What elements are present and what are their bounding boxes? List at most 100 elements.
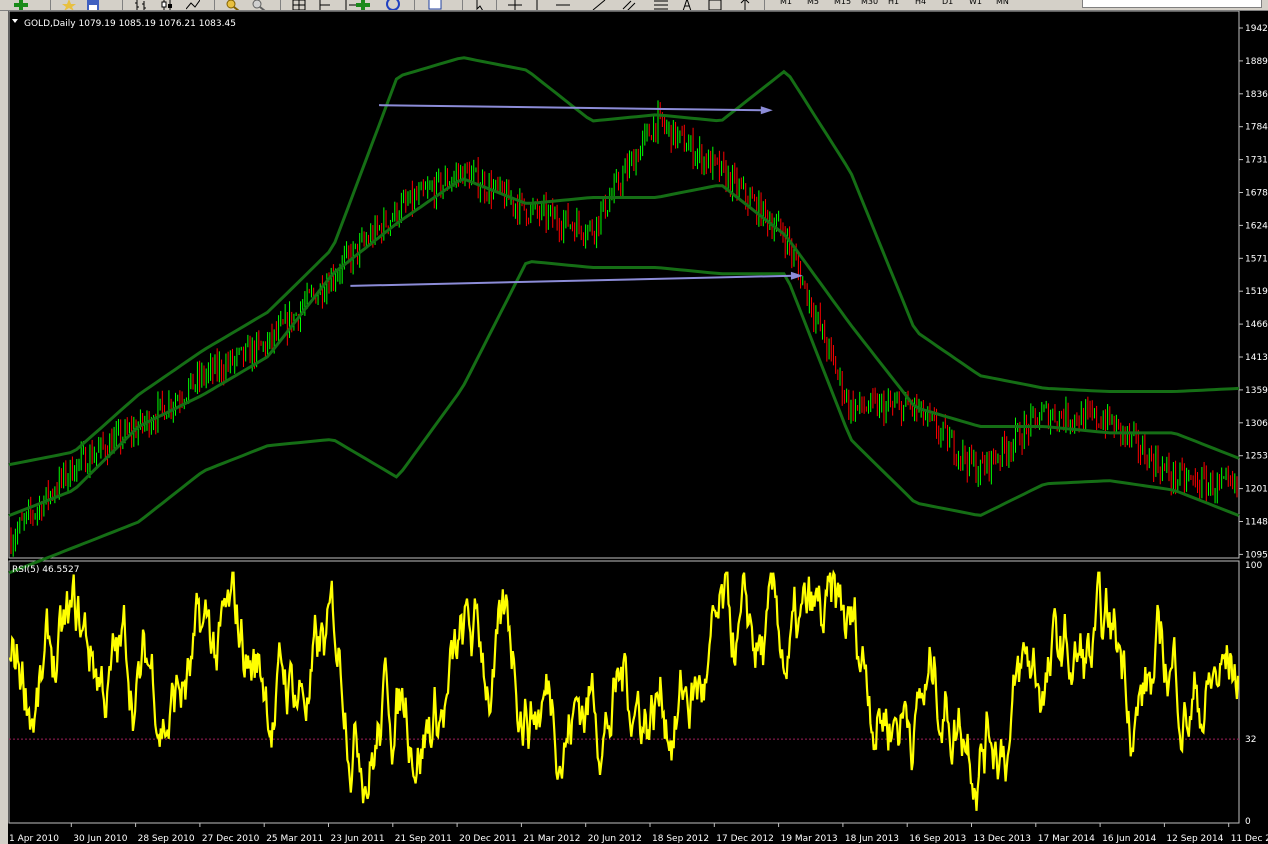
templates-icon[interactable] (428, 0, 442, 10)
timeframe-h1[interactable]: H1 (888, 0, 899, 6)
time-tick-label: 13 Dec 2013 (974, 834, 1032, 844)
text-icon[interactable] (680, 0, 694, 10)
toolbar-separator (280, 0, 281, 10)
price-tick-label: 1624. (1245, 221, 1268, 231)
candlestick-chart-icon[interactable] (160, 0, 174, 10)
search-box[interactable] (1082, 0, 1262, 8)
trendline-arrowhead (760, 106, 773, 115)
price-tick-label: 1201. (1245, 485, 1268, 495)
timeframe-d1[interactable]: D1 (942, 0, 953, 6)
price-tick-label: 1784. (1245, 123, 1268, 133)
collapse-triangle-icon[interactable] (12, 19, 18, 23)
timeframe-m5[interactable]: M5 (807, 0, 819, 6)
indicators-icon[interactable] (356, 0, 370, 10)
toolbar-separator (214, 0, 215, 10)
window-left-border (0, 11, 8, 844)
bar-chart-icon[interactable] (134, 0, 148, 10)
rsi-pane-border (8, 560, 1240, 824)
time-tick-label: 20 Dec 2011 (459, 834, 516, 844)
time-tick-label: 25 Mar 2011 (266, 834, 323, 844)
rsi-indicator (8, 569, 1240, 811)
text-label-icon[interactable] (708, 0, 722, 10)
chart-canvas[interactable]: 1942. 1889. 1836. 1784. 1731. 1678. 1624. 1571.… (0, 11, 1268, 844)
time-tick-label: 18 Sep 2012 (652, 834, 709, 844)
favorites-star-icon[interactable] (62, 0, 76, 10)
price-tick-label: 1889. (1245, 57, 1268, 67)
timeframe-m15[interactable]: M15 (834, 0, 851, 6)
timeframe-w1[interactable]: W1 (969, 0, 982, 6)
zoom-in-icon[interactable] (226, 0, 240, 10)
time-tick-label: 16 Sep 2013 (909, 834, 966, 844)
time-tick-label: 19 Mar 2013 (781, 834, 838, 844)
fibonacci-icon[interactable] (654, 0, 668, 10)
toolbar-separator (496, 0, 497, 10)
time-tick-label: 28 Sep 2010 (138, 834, 195, 844)
timeframe-mn[interactable]: MN (996, 0, 1009, 6)
arrows-icon[interactable] (738, 0, 752, 10)
toolbar-separator (462, 0, 463, 10)
time-tick-label: 12 Sep 2014 (1166, 834, 1223, 844)
timeframe-m30[interactable]: M30 (861, 0, 878, 6)
time-tick-label: 20 Jun 2012 (588, 834, 642, 844)
rsi-title: RSI(5) 46.5527 (12, 565, 79, 575)
rsi-tick-label: 32 (1245, 735, 1256, 745)
trendline-arrowhead (790, 271, 803, 280)
cursor-icon[interactable] (474, 0, 488, 10)
new-order-icon[interactable] (14, 0, 28, 10)
horizontal-line-icon[interactable] (556, 0, 570, 8)
price-tick-label: 1942. (1245, 24, 1268, 34)
time-tick-label: 23 Jun 2011 (331, 834, 385, 844)
price-tick-label: 1678. (1245, 189, 1268, 199)
price-tick-label: 1306. (1245, 419, 1268, 429)
bollinger-bands (8, 56, 1240, 575)
save-icon[interactable] (86, 0, 100, 10)
crosshair-icon[interactable] (508, 0, 522, 10)
timeframe-m1[interactable]: M1 (780, 0, 792, 6)
price-tick-label: 1095. (1245, 550, 1268, 560)
vertical-line-icon[interactable] (530, 0, 544, 10)
rsi-tick-label: 100 (1245, 561, 1262, 571)
main-pane-border (8, 11, 1240, 559)
rsi-line (8, 569, 1240, 811)
chart-title: GOLD,Daily 1079.19 1085.19 1076.21 1083.… (24, 19, 236, 29)
price-tick-label: 1253. (1245, 452, 1268, 462)
candlesticks (10, 100, 1238, 557)
price-tick-label: 1731. (1245, 156, 1268, 166)
tile-windows-icon[interactable] (292, 0, 306, 10)
time-tick-label: 27 Dec 2010 (202, 834, 260, 844)
price-tick-label: 1571. (1245, 254, 1268, 264)
band-upper (8, 56, 1240, 467)
time-tick-label: 17 Dec 2012 (716, 834, 774, 844)
price-tick-label: 1519. (1245, 287, 1268, 297)
line-chart-icon[interactable] (185, 0, 201, 10)
price-tick-label: 1148. (1245, 518, 1268, 528)
time-tick-label: 11 Dec 20 (1231, 834, 1268, 844)
toolbar-separator (50, 0, 51, 10)
chart-shift-icon[interactable] (318, 0, 332, 10)
time-tick-label: 18 Jun 2013 (845, 834, 899, 844)
price-tick-label: 1413. (1245, 353, 1268, 363)
time-tick-label: 30 Jun 2010 (73, 834, 127, 844)
price-tick-label: 1466. (1245, 320, 1268, 330)
rsi-tick-label: 0 (1245, 817, 1251, 827)
time-tick-label: 21 Sep 2011 (395, 834, 452, 844)
time-tick-label: 21 Mar 2012 (523, 834, 580, 844)
time-tick-label: 17 Mar 2014 (1038, 834, 1095, 844)
chart-window[interactable]: 1942. 1889. 1836. 1784. 1731. 1678. 1624. 1571.… (0, 11, 1268, 844)
timeframe-h4[interactable]: H4 (915, 0, 926, 6)
toolbar: M1 M5 M15 M30 H1 H4 D1 W1 MN (0, 0, 1268, 11)
toolbar-separator (414, 0, 415, 10)
toolbar-separator (764, 0, 765, 10)
zoom-out-icon[interactable] (252, 0, 266, 10)
time-tick-label: 1 Apr 2010 (9, 834, 59, 844)
band-middle (8, 177, 1240, 517)
price-tick-label: 1359. (1245, 386, 1268, 396)
toolbar-separator (122, 0, 123, 10)
price-tick-label: 1836. (1245, 90, 1268, 100)
equidistant-channel-icon[interactable] (622, 0, 636, 10)
time-tick-label: 16 Jun 2014 (1102, 834, 1156, 844)
trendline-icon[interactable] (592, 0, 606, 10)
trendline-2[interactable] (350, 274, 793, 287)
time-icon[interactable] (386, 0, 400, 10)
axes: 1942. 1889. 1836. 1784. 1731. 1678. 1624. 1571.… (6, 24, 1268, 844)
